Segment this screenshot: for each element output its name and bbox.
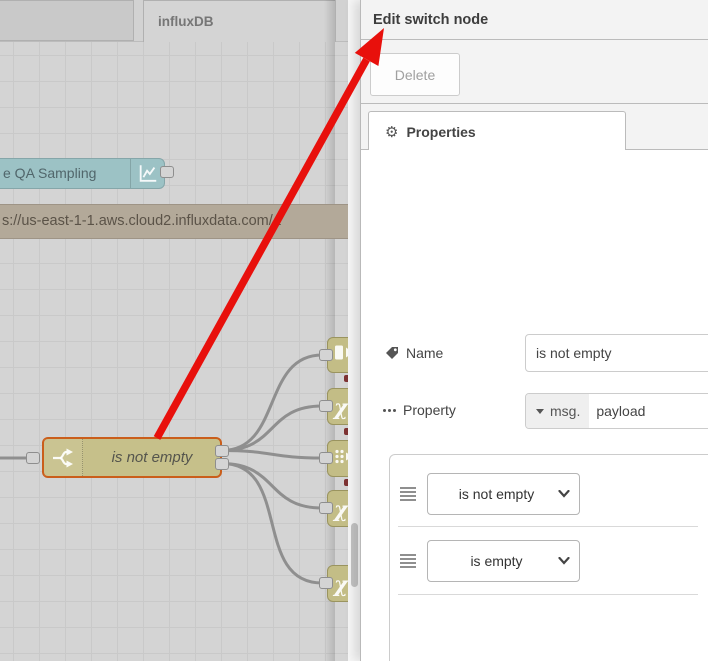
rules-container: is not empty is empty: [389, 454, 708, 661]
panel-tab-bar: ⚙ Properties: [361, 104, 708, 151]
drag-handle-icon[interactable]: [400, 487, 416, 501]
grid-dots-icon: [334, 448, 348, 469]
property-field-label: Property: [383, 397, 456, 423]
rule-1-operator-select[interactable]: is not empty: [427, 473, 580, 515]
clipped-node-3-input-port[interactable]: [319, 451, 333, 464]
wire: [221, 462, 323, 585]
flow-wires: [0, 353, 323, 585]
chart-node-output-port[interactable]: [160, 166, 174, 178]
rule-row-1: is not empty: [390, 473, 708, 515]
wire: [221, 449, 323, 460]
tab-properties-label: Properties: [406, 123, 476, 140]
template-icon: [334, 344, 348, 367]
panel-toolbar: Delete: [361, 40, 708, 104]
flow-canvas[interactable]: influxDB e QA Sampling s://us-east-1-1.a…: [0, 0, 348, 661]
chevron-down-icon: [558, 557, 570, 565]
clipped-node-5-input-port[interactable]: [319, 576, 333, 589]
canvas-scrollbar-thumb[interactable]: [350, 523, 358, 587]
node-edit-form: Name Property msg. is not e: [361, 150, 708, 661]
ellipsis-icon: [383, 408, 396, 412]
switch-input-port[interactable]: [26, 452, 40, 464]
rule-divider: [398, 594, 698, 595]
rule-2-operator: is empty: [470, 553, 523, 569]
chart-node[interactable]: e QA Sampling: [0, 158, 165, 189]
chevron-down-icon: [558, 490, 570, 498]
wire: [221, 462, 323, 510]
edit-node-panel: Edit switch node Delete ⚙ Properties Nam…: [360, 0, 708, 661]
property-typed-input: msg.: [525, 393, 708, 429]
canvas-scrollbar-track[interactable]: [348, 0, 360, 661]
node-red-editor: influxDB e QA Sampling s://us-east-1-1.a…: [0, 0, 708, 661]
chi-icon: χ: [334, 496, 348, 521]
clipped-node-4-input-port[interactable]: [319, 501, 333, 514]
name-field-label: Name: [385, 340, 443, 366]
rule-row-2: is empty: [390, 540, 708, 582]
property-type-label: msg.: [550, 403, 581, 419]
line-chart-icon: [130, 159, 164, 188]
switch-output-port-2[interactable]: [215, 457, 229, 470]
clipped-node-2-input-port[interactable]: [319, 399, 333, 412]
tag-icon: [386, 347, 398, 359]
gear-icon: ⚙: [385, 122, 399, 141]
rule-1-operator: is not empty: [458, 486, 535, 502]
switch-output-port-1[interactable]: [215, 444, 229, 457]
hidden-node-edge: [344, 479, 348, 486]
clipped-node-1-input-port[interactable]: [319, 348, 333, 361]
rule-2-operator-select[interactable]: is empty: [427, 540, 580, 582]
switch-branch-icon: [44, 439, 83, 476]
delete-button[interactable]: Delete: [370, 53, 460, 96]
wire: [221, 353, 323, 452]
chi-icon: χ: [334, 394, 348, 419]
hidden-node-edge: [344, 375, 348, 382]
drag-handle-icon[interactable]: [400, 554, 416, 568]
tab-properties[interactable]: ⚙ Properties: [368, 111, 626, 151]
chevron-down-icon: [536, 408, 544, 414]
rule-divider: [398, 526, 698, 527]
name-input[interactable]: [525, 334, 708, 372]
chi-icon: χ: [334, 571, 348, 596]
influxdb-url-node[interactable]: s://us-east-1-1.aws.cloud2.influxdata.co…: [0, 204, 348, 239]
hidden-node-edge: [344, 428, 348, 435]
influxdb-url-label: s://us-east-1-1.aws.cloud2.influxdata.co…: [2, 213, 281, 229]
switch-node-label: is not empty: [111, 449, 193, 466]
panel-header: Edit switch node: [361, 0, 708, 40]
panel-title: Edit switch node: [373, 12, 489, 28]
wire: [221, 404, 323, 452]
property-input[interactable]: [589, 394, 708, 428]
chart-node-label: e QA Sampling: [3, 165, 97, 181]
property-type-button[interactable]: msg.: [526, 394, 590, 428]
switch-node-is-not-empty[interactable]: is not empty: [42, 437, 222, 478]
